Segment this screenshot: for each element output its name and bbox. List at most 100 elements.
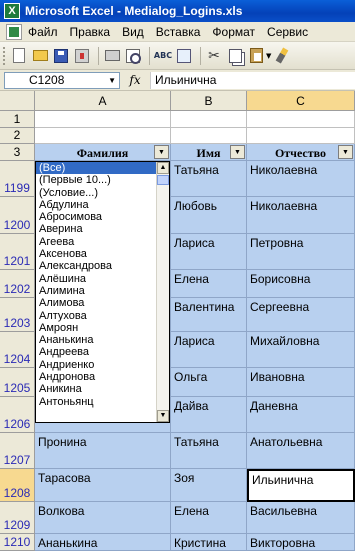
autofilter-list-item[interactable]: Александрова [36, 260, 157, 272]
cell-c1205[interactable]: Ивановна [247, 368, 355, 397]
cell-a1207[interactable]: Пронина [35, 433, 171, 469]
cell-b1201[interactable]: Лариса [171, 234, 247, 270]
row-header-1201[interactable]: 1201 [0, 234, 35, 270]
cell-b1[interactable] [171, 111, 247, 128]
autofilter-list-item[interactable]: Абросимова [36, 211, 157, 223]
scroll-thumb[interactable] [157, 175, 169, 185]
new-button[interactable] [10, 47, 28, 65]
print-button[interactable] [103, 47, 121, 65]
row-header-2[interactable]: 2 [0, 128, 35, 144]
autofilter-dropdown-list[interactable]: (Все) (Первые 10...) (Условие...) Абдулина А… [35, 161, 170, 423]
row-header-1199[interactable]: 1199 [0, 161, 35, 197]
name-box[interactable]: C1208 ▼ [4, 71, 120, 89]
menu-format[interactable]: Формат [212, 25, 255, 39]
cell-c1207[interactable]: Анатольевна [247, 433, 355, 469]
cell-a1[interactable] [35, 111, 171, 128]
paste-button[interactable] [247, 47, 265, 65]
cell-c1206[interactable]: Даневна [247, 397, 355, 433]
row-header-1[interactable]: 1 [0, 111, 35, 128]
menu-edit[interactable]: Правка [70, 25, 111, 39]
autofilter-list-item[interactable]: Андриенко [36, 359, 157, 371]
toolbar-grip[interactable] [3, 46, 6, 65]
cell-b1204[interactable]: Лариса [171, 332, 247, 368]
cell-c1201[interactable]: Петровна [247, 234, 355, 270]
row-header-3[interactable]: 3 [0, 144, 35, 161]
menu-tools[interactable]: Сервис [267, 25, 308, 39]
row-header-1210[interactable]: 1210 [0, 534, 35, 551]
autofilter-list-item[interactable]: Амроян [36, 322, 157, 334]
cell-b1199[interactable]: Татьяна [171, 161, 247, 197]
row-header-1206[interactable]: 1206 [0, 397, 35, 433]
select-all-corner[interactable] [0, 91, 35, 111]
insert-function-icon[interactable]: fx [120, 73, 150, 87]
row-header-1202[interactable]: 1202 [0, 270, 35, 298]
row-header-1204[interactable]: 1204 [0, 332, 35, 368]
row-header-1200[interactable]: 1200 [0, 197, 35, 234]
menu-view[interactable]: Вид [122, 25, 144, 39]
autofilter-list-item[interactable]: Алимина [36, 285, 157, 297]
dropdown-scrollbar[interactable]: ▲ ▼ [156, 162, 169, 422]
autofilter-list-item[interactable]: Аникина [36, 383, 157, 395]
cell-c1202[interactable]: Борисовна [247, 270, 355, 298]
cell-c2[interactable] [247, 128, 355, 144]
autofilter-button-name[interactable]: ▼ [230, 145, 245, 159]
autofilter-list-item[interactable]: Андреева [36, 346, 157, 358]
cell-c1199[interactable]: Николаевна [247, 161, 355, 197]
cell-c1[interactable] [247, 111, 355, 128]
paste-dropdown-icon[interactable]: ▼ [266, 52, 271, 60]
cell-b1209[interactable]: Елена [171, 502, 247, 534]
copy-button[interactable] [226, 47, 244, 65]
autofilter-list-item[interactable]: Антоньянц [36, 396, 157, 408]
cut-button[interactable]: ✂ [205, 47, 223, 65]
cell-b1208[interactable]: Зоя [171, 469, 247, 502]
autofilter-list-item[interactable]: Алтухова [36, 310, 157, 322]
permission-button[interactable] [73, 47, 91, 65]
autofilter-list-item[interactable]: Абдулина [36, 199, 157, 211]
column-header-b[interactable]: B [171, 91, 247, 111]
menu-insert[interactable]: Вставка [156, 25, 201, 39]
autofilter-list-item[interactable]: Андронова [36, 371, 157, 383]
cell-b1207[interactable]: Татьяна [171, 433, 247, 469]
autofilter-list-item[interactable]: Аксенова [36, 248, 157, 260]
cell-c1209[interactable]: Васильевна [247, 502, 355, 534]
name-box-dropdown-icon[interactable]: ▼ [108, 73, 116, 88]
research-button[interactable] [175, 47, 193, 65]
autofilter-list-item[interactable]: Алёшина [36, 273, 157, 285]
column-header-a[interactable]: A [35, 91, 171, 111]
cell-c1210[interactable]: Викторовна [247, 534, 355, 551]
cell-b1206[interactable]: Дайва [171, 397, 247, 433]
cell-a2[interactable] [35, 128, 171, 144]
row-header-1208[interactable]: 1208 [0, 469, 35, 502]
print-preview-button[interactable] [124, 47, 142, 65]
autofilter-list-item[interactable]: Ананькина [36, 334, 157, 346]
cell-b1210[interactable]: Кристина [171, 534, 247, 551]
row-header-1207[interactable]: 1207 [0, 433, 35, 469]
active-cell-c1208[interactable]: Ильинична [247, 469, 355, 502]
autofilter-button-surname[interactable]: ▼ [154, 145, 169, 159]
cell-a1208[interactable]: Тарасова [35, 469, 171, 502]
cell-c1204[interactable]: Михайловна [247, 332, 355, 368]
autofilter-list-item[interactable]: Аверина [36, 223, 157, 235]
row-header-1205[interactable]: 1205 [0, 368, 35, 397]
header-cell-patronymic[interactable]: Отчество ▼ [247, 144, 355, 161]
row-header-1209[interactable]: 1209 [0, 502, 35, 534]
cell-c1200[interactable]: Николаевна [247, 197, 355, 234]
autofilter-list-item[interactable]: Агеева [36, 236, 157, 248]
cell-a1209[interactable]: Волкова [35, 502, 171, 534]
cell-b1202[interactable]: Елена [171, 270, 247, 298]
cell-a1210[interactable]: Ананькина [35, 534, 171, 551]
cell-c1203[interactable]: Сергеевна [247, 298, 355, 332]
header-cell-surname[interactable]: Фамилия ▼ [35, 144, 171, 161]
excel-app-icon[interactable]: X [4, 3, 20, 19]
cell-b2[interactable] [171, 128, 247, 144]
autofilter-list-item[interactable]: Алимова [36, 297, 157, 309]
scroll-up-button[interactable]: ▲ [157, 162, 169, 174]
row-header-1203[interactable]: 1203 [0, 298, 35, 332]
cell-b1200[interactable]: Любовь [171, 197, 247, 234]
workbook-icon[interactable] [6, 23, 22, 40]
autofilter-button-patronymic[interactable]: ▼ [338, 145, 353, 159]
save-button[interactable] [52, 47, 70, 65]
cell-b1205[interactable]: Ольга [171, 368, 247, 397]
autofilter-list-item[interactable]: (Все) [36, 162, 157, 175]
header-cell-name[interactable]: Имя ▼ [171, 144, 247, 161]
